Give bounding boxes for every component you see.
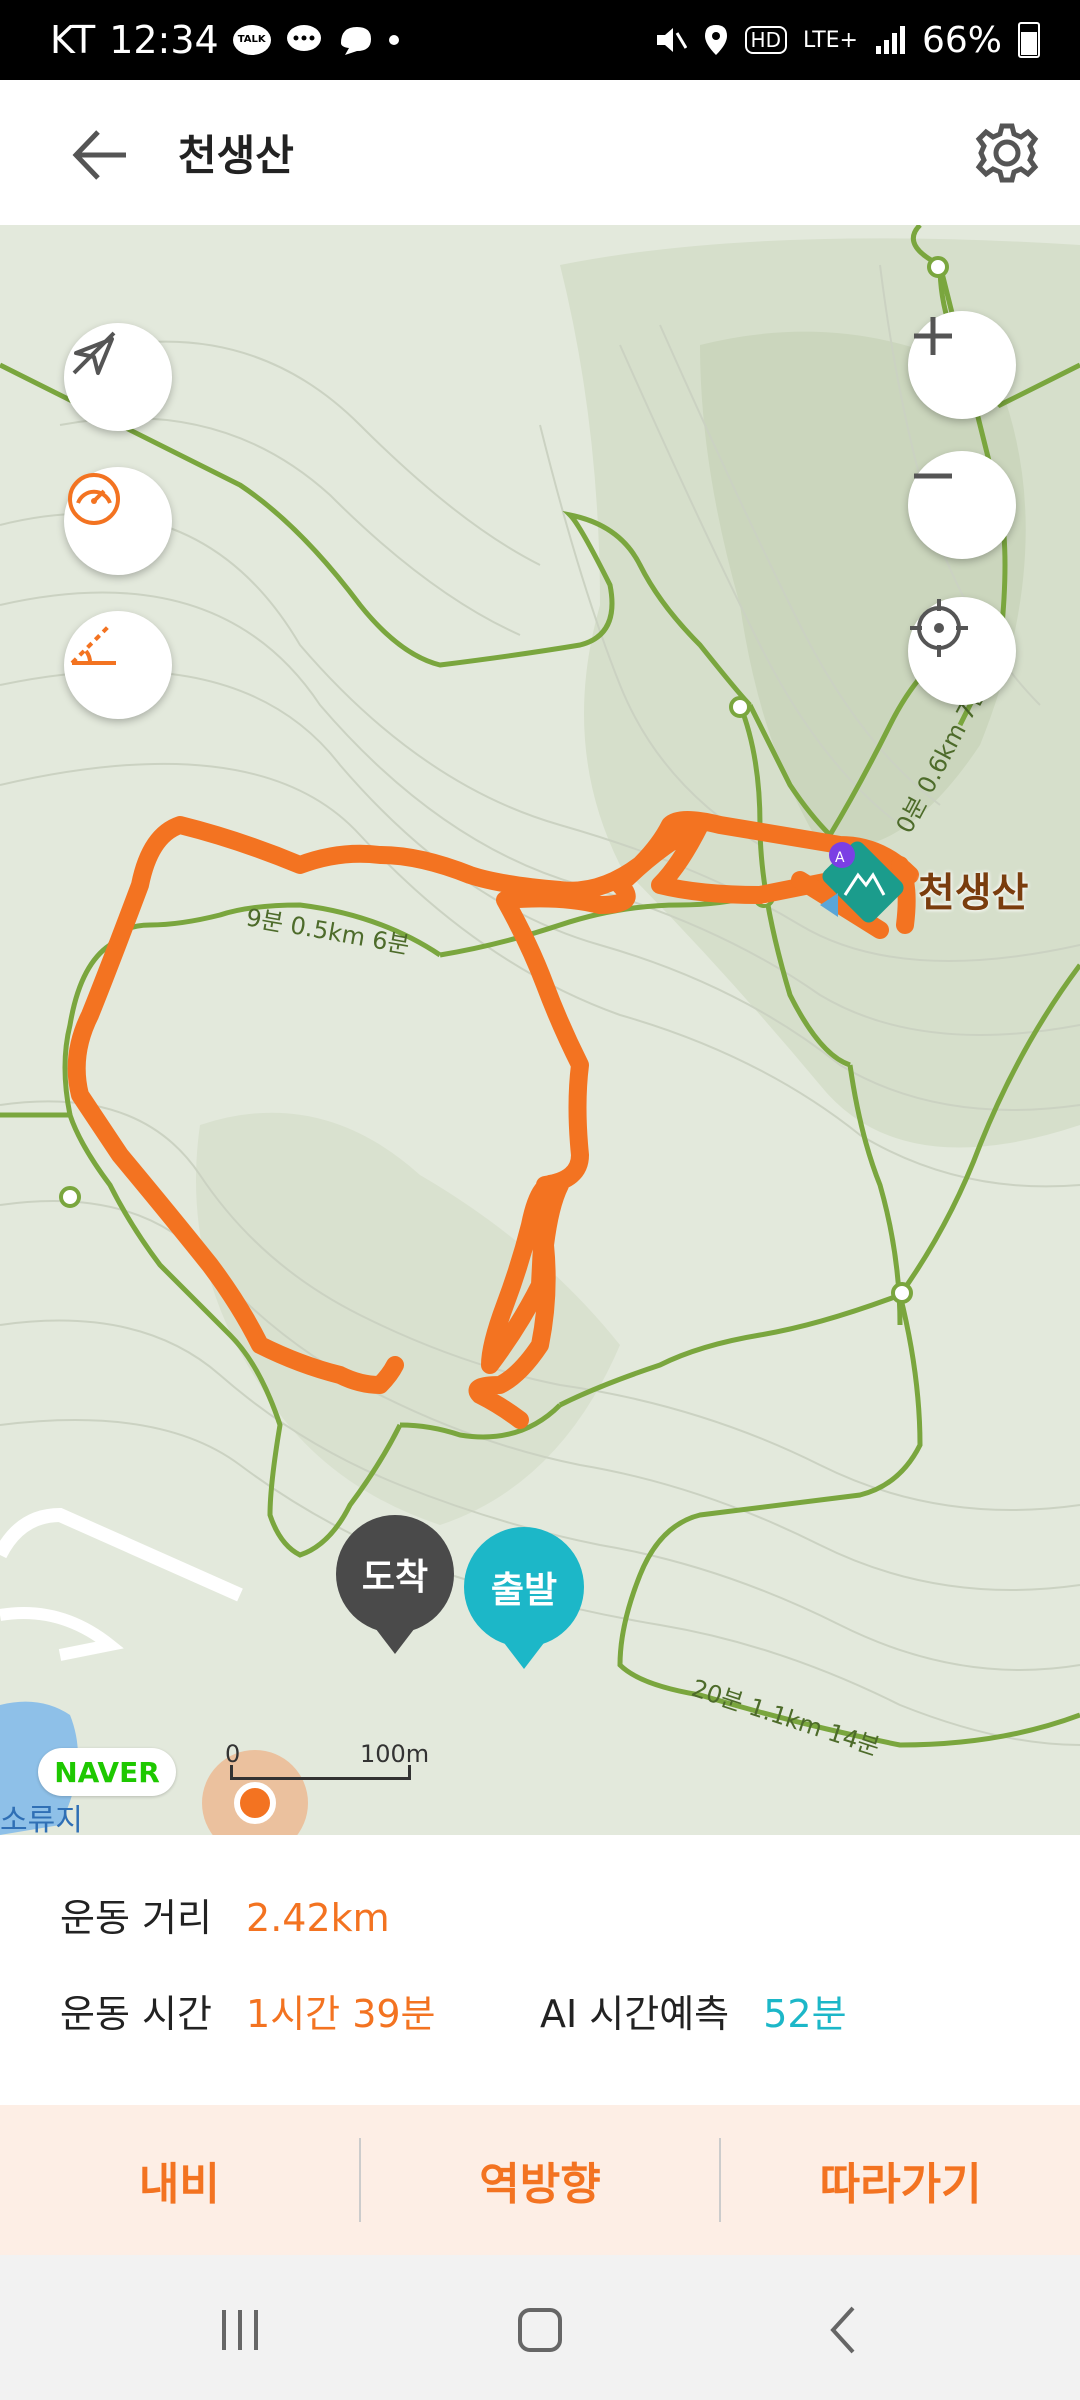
reservoir-label: 소류지 — [0, 1803, 83, 1835]
slope-button[interactable] — [64, 611, 172, 719]
map-view[interactable]: 9분 0.5km 6분 0분 0.6km 7분 20분 1.1km 14분 A — [0, 225, 1080, 1835]
time-row: 운동 시간 1시간 39분 — [60, 1983, 436, 2038]
svg-text:A: A — [835, 850, 845, 866]
hd-icon: HD — [744, 26, 787, 54]
system-nav-bar — [0, 2255, 1080, 2400]
gear-icon — [975, 123, 1039, 183]
battery-icon — [1018, 22, 1040, 58]
notification-dot-icon — [388, 35, 399, 45]
time-value: 1시간 39분 — [246, 1992, 436, 2036]
page-title: 천생산 — [178, 131, 294, 180]
departure-pin[interactable]: 출발 — [464, 1527, 584, 1647]
gauge-icon — [68, 473, 120, 525]
scale-end: 100m — [360, 1740, 430, 1768]
app-header: 천생산 — [0, 80, 1080, 225]
chat-icon — [340, 27, 371, 55]
battery-percent: 66% — [921, 19, 1002, 61]
scale-bar — [230, 1765, 411, 1780]
naver-logo[interactable]: NAVER — [38, 1748, 176, 1796]
settings-button[interactable] — [972, 118, 1042, 188]
slope-icon — [70, 623, 116, 665]
status-bar: KT 12:34 TALK HD LTE+ 66% — [0, 0, 1080, 80]
follow-button[interactable]: 따라가기 — [721, 2105, 1080, 2255]
crosshair-icon — [910, 599, 968, 657]
reverse-button[interactable]: 역방향 — [361, 2105, 720, 2255]
back-button[interactable] — [66, 120, 136, 190]
scale-start: 0 — [225, 1740, 241, 1768]
map-scale: 0 100m — [225, 1740, 429, 1790]
home-button[interactable] — [500, 2290, 580, 2370]
mute-icon — [656, 28, 687, 52]
zoom-in-button[interactable] — [908, 311, 1016, 419]
status-left: KT 12:34 TALK — [50, 0, 399, 80]
stats-panel: 운동 거리 2.42km 운동 시간 1시간 39분 AI 시간예측 52분 — [0, 1835, 1080, 2105]
minus-icon — [914, 473, 952, 479]
back-icon — [830, 2306, 855, 2354]
recents-icon — [222, 2310, 258, 2350]
back-nav-button[interactable] — [805, 2290, 885, 2370]
status-right: HD LTE+ 66% — [653, 0, 1040, 80]
compass-button[interactable] — [64, 323, 172, 431]
message-icon — [286, 25, 321, 51]
home-icon — [518, 2308, 562, 2352]
action-bar: 내비 역방향 따라가기 — [0, 2105, 1080, 2255]
distance-label: 운동 거리 — [60, 1896, 212, 1940]
distance-value: 2.42km — [246, 1896, 390, 1940]
arrow-left-icon — [72, 130, 126, 180]
kakaotalk-icon: TALK — [232, 25, 271, 55]
recents-button[interactable] — [200, 2290, 280, 2370]
signal-icon — [875, 26, 905, 54]
ai-value: 52분 — [763, 1992, 847, 2036]
locate-button[interactable] — [908, 597, 1016, 705]
peak-label[interactable]: 천생산 — [918, 860, 1028, 918]
plus-icon — [914, 317, 952, 355]
trail-label-3: 20분 1.1km 14분 — [688, 1674, 883, 1761]
speed-button[interactable] — [64, 467, 172, 575]
zoom-out-button[interactable] — [908, 451, 1016, 559]
network-type: LTE+ — [802, 27, 858, 53]
carrier: KT — [50, 18, 96, 62]
distance-row: 운동 거리 2.42km — [60, 1887, 390, 1942]
navi-button[interactable]: 내비 — [0, 2105, 359, 2255]
compass-off-icon — [72, 331, 116, 375]
arrival-pin[interactable]: 도착 — [336, 1515, 454, 1633]
location-icon — [704, 25, 727, 55]
ai-label: AI 시간예측 — [540, 1992, 730, 2036]
ai-row: AI 시간예측 52분 — [540, 1983, 847, 2038]
clock: 12:34 — [109, 18, 219, 62]
time-label: 운동 시간 — [60, 1992, 212, 2036]
